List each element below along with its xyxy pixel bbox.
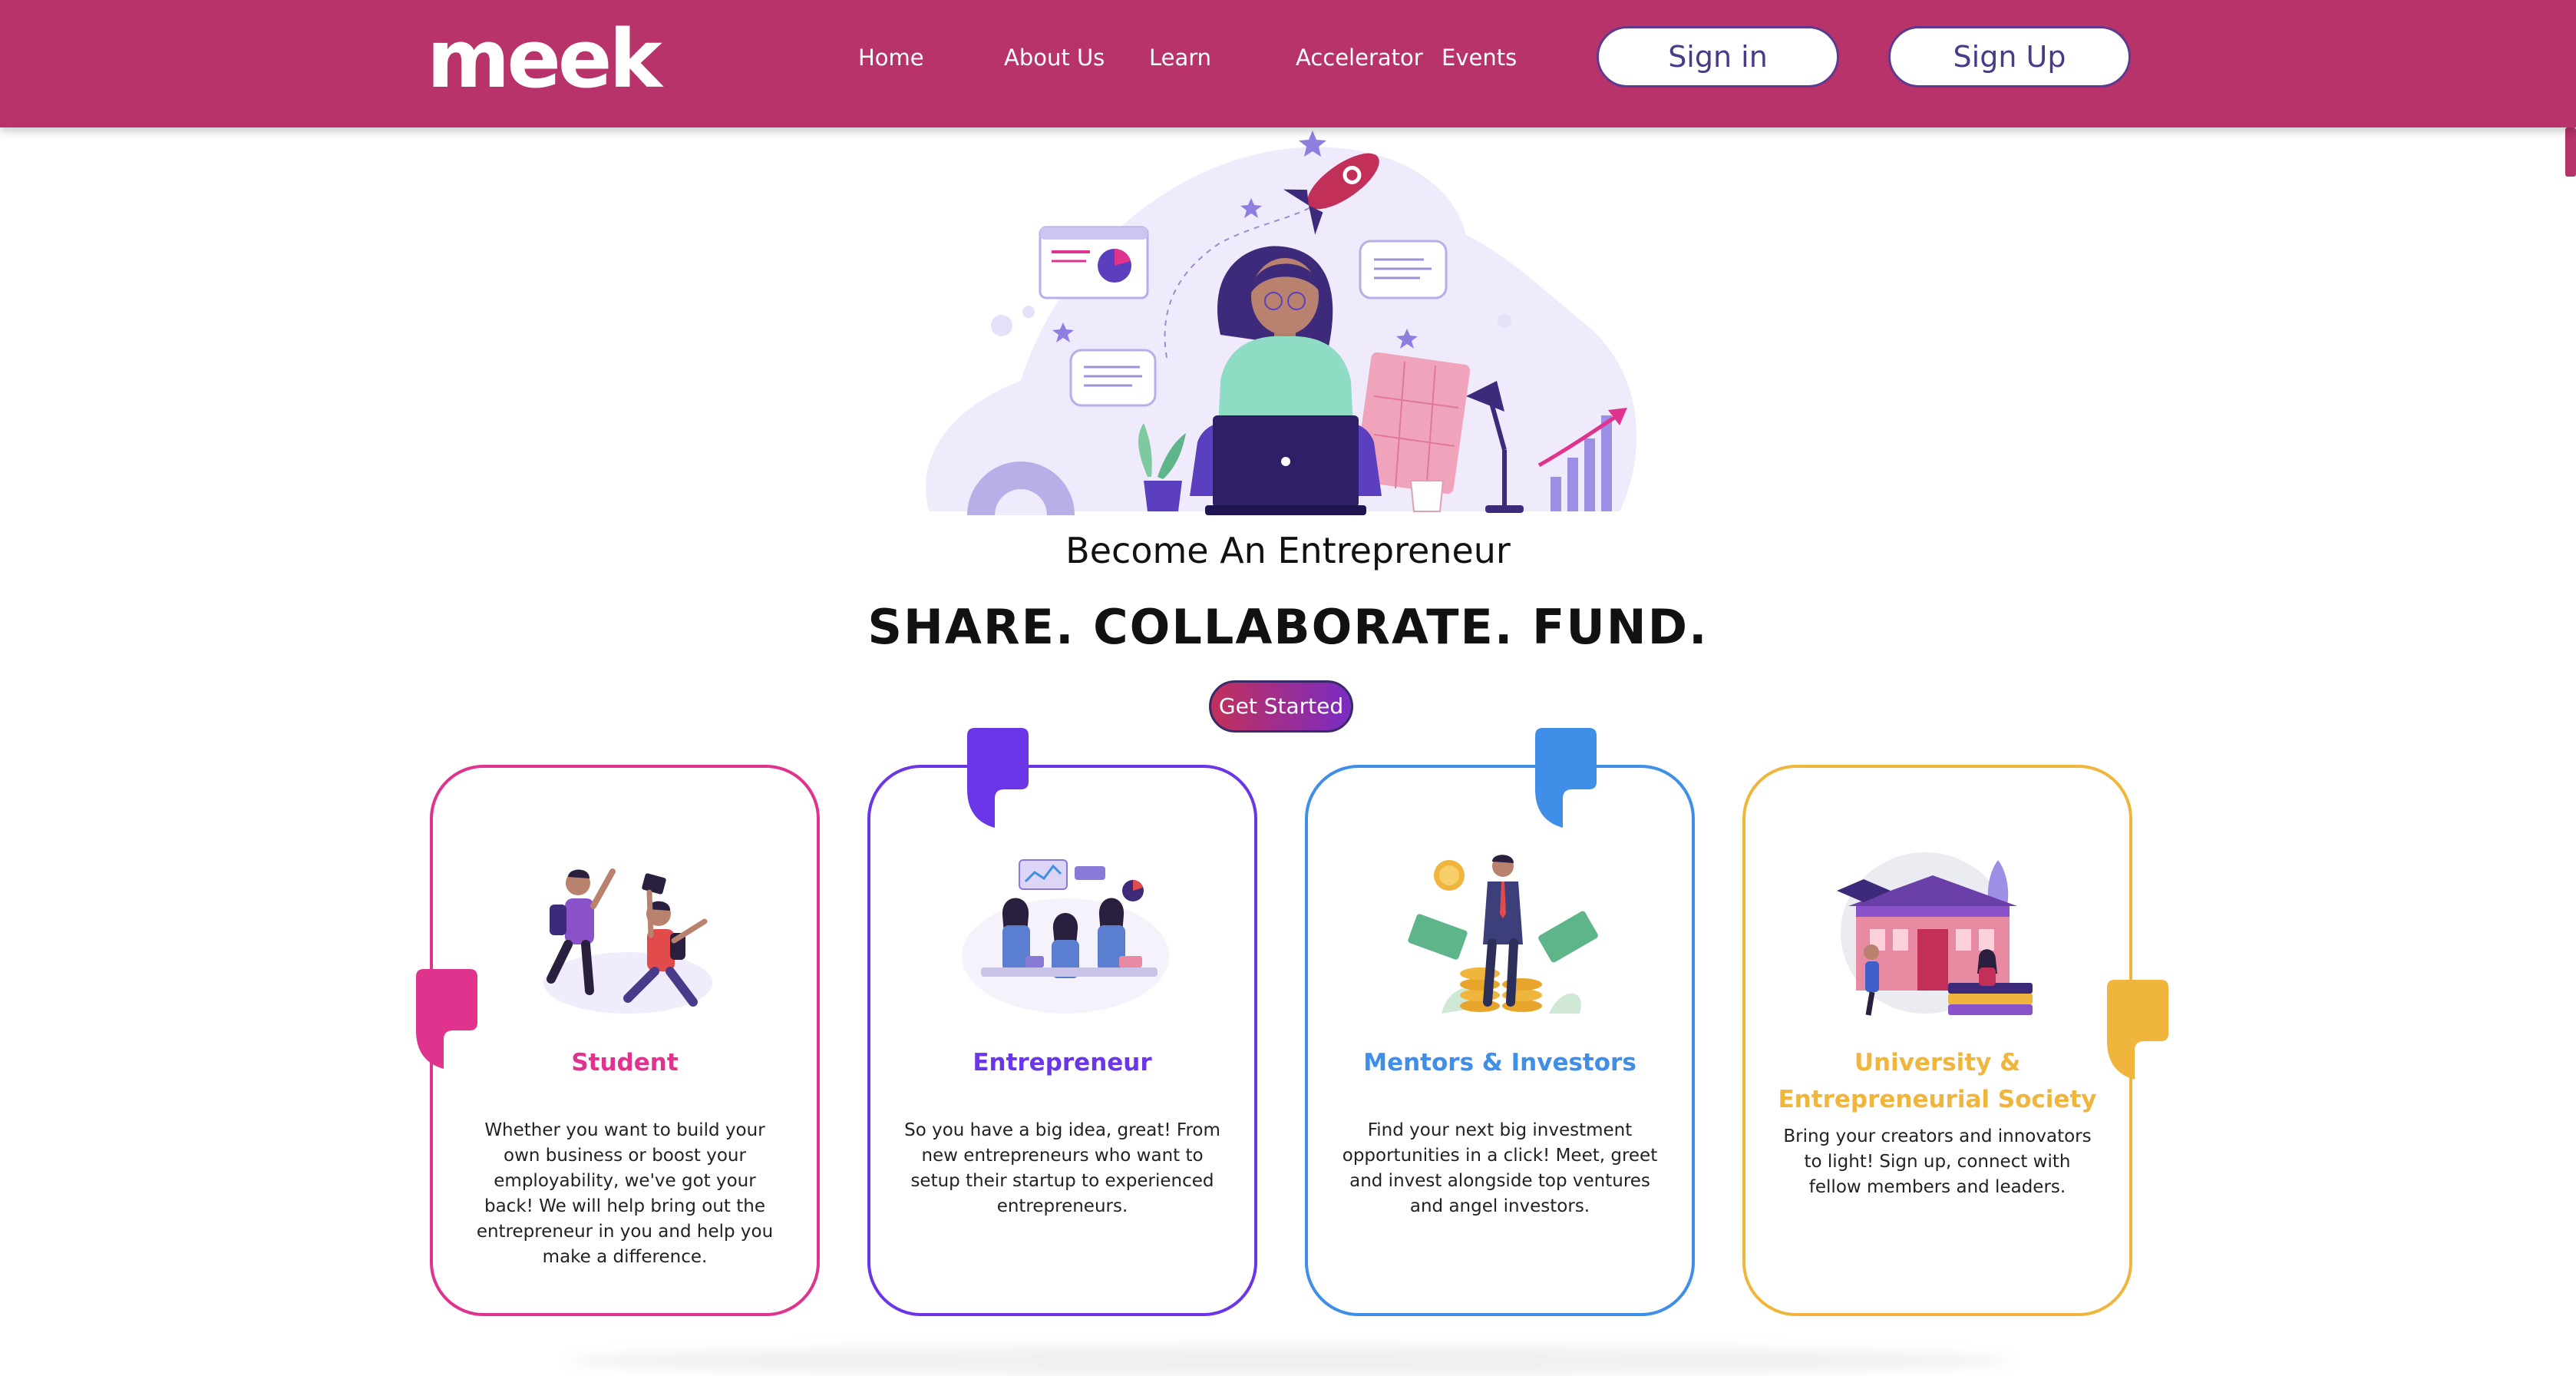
quote-mark-icon	[967, 728, 1029, 828]
investor-coins-illustration	[1408, 855, 1598, 1014]
sign-in-button[interactable]: Sign in	[1597, 26, 1839, 88]
hero-title: SHARE. COLLABORATE. FUND.	[867, 599, 1709, 655]
card-title: Mentors & Investors	[1363, 1049, 1636, 1077]
card-title: University & Entrepreneurial Society	[1778, 1049, 2097, 1113]
card-description: Find your next big investment opportunit…	[1342, 1120, 1658, 1216]
quote-mark-icon	[1535, 728, 1597, 828]
nav-accelerator[interactable]: Accelerator	[1296, 40, 1423, 75]
card-title: Entrepreneur	[973, 1049, 1152, 1077]
card-description: Bring your creators and innovators to li…	[1783, 1126, 2092, 1197]
mentors-investors-card[interactable]: Mentors & Investors Find your next big i…	[1305, 765, 1695, 1316]
jumping-students-illustration	[543, 868, 712, 1014]
quote-mark-icon	[2107, 980, 2168, 1080]
meek-logo[interactable]: meek	[427, 17, 662, 101]
hero-subtitle: Become An Entrepreneur	[1065, 530, 1511, 571]
nav-home[interactable]: Home	[858, 40, 924, 75]
nav-learn[interactable]: Learn	[1149, 40, 1211, 75]
section-divider-shadow	[568, 1345, 2011, 1376]
scrollbar-thumb[interactable]	[2565, 127, 2576, 177]
nav-about-us[interactable]: About Us	[1004, 40, 1105, 75]
top-navigation-bar: meek Home About Us Learn Accelerator Eve…	[0, 0, 2576, 127]
nav-events[interactable]: Events	[1442, 40, 1517, 75]
entrepreneur-card[interactable]: Entrepreneur So you have a big idea, gre…	[867, 765, 1257, 1316]
sign-up-button[interactable]: Sign Up	[1888, 26, 2131, 88]
card-title: Student	[571, 1049, 679, 1077]
card-description: So you have a big idea, great! From new …	[904, 1120, 1220, 1216]
quote-mark-icon	[416, 969, 477, 1069]
team-meeting-illustration	[962, 859, 1169, 1014]
student-card[interactable]: Student Whether you want to build your o…	[430, 765, 820, 1316]
entrepreneur-laptop-illustration	[926, 131, 1637, 515]
get-started-button[interactable]: Get Started	[1209, 680, 1353, 733]
university-society-card[interactable]: University & Entrepreneurial Society Bri…	[1742, 765, 2132, 1316]
university-building-illustration	[1837, 852, 2033, 1016]
card-description: Whether you want to build your own busin…	[476, 1120, 774, 1267]
